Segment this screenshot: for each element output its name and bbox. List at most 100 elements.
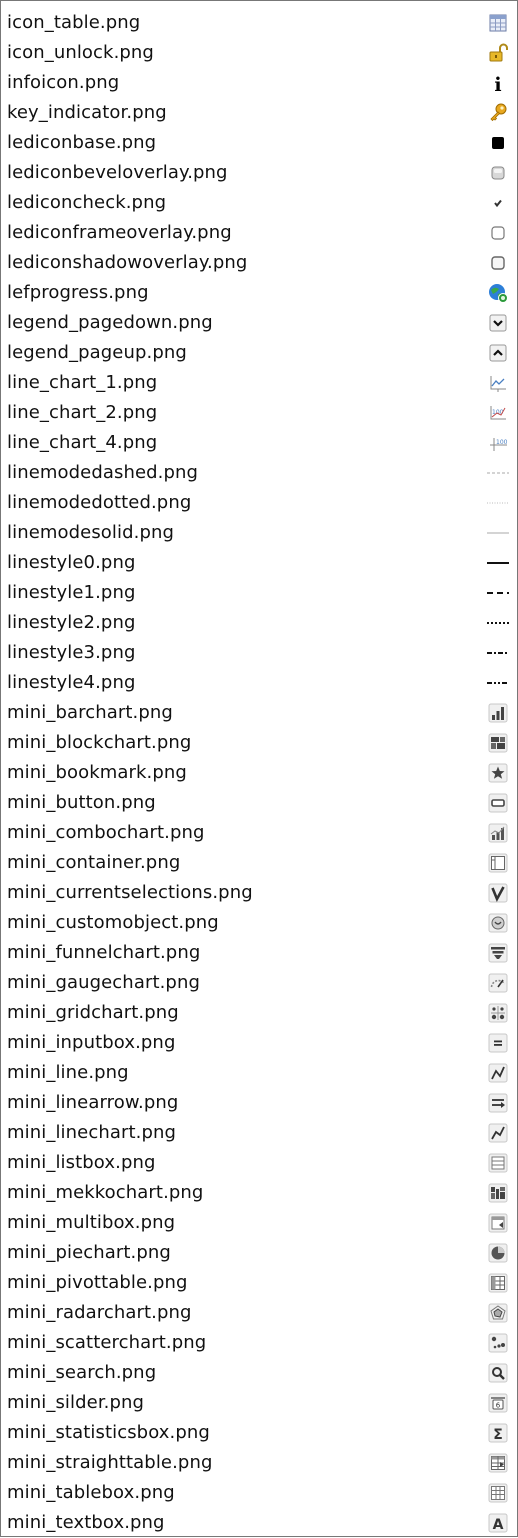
file-list-item[interactable]: mini_funnelchart.png bbox=[1, 938, 517, 968]
line-chart-1-icon bbox=[487, 372, 509, 394]
file-list-item[interactable]: mini_scatterchart.png bbox=[1, 1328, 517, 1358]
file-list-item[interactable]: legend_pagedown.png bbox=[1, 308, 517, 338]
file-list-item[interactable]: lefprogress.png bbox=[1, 278, 517, 308]
file-list-item[interactable]: icon_table.png bbox=[1, 8, 517, 38]
file-list-item[interactable]: key_indicator.png bbox=[1, 98, 517, 128]
line-mode-dashed-icon bbox=[487, 462, 509, 484]
list-box-icon bbox=[487, 1152, 509, 1174]
line-icon bbox=[487, 1062, 509, 1084]
file-name-label: line_chart_2.png bbox=[7, 402, 158, 423]
svg-text:100: 100 bbox=[496, 439, 508, 446]
file-list-item[interactable]: linemodedashed.png bbox=[1, 458, 517, 488]
led-base-icon bbox=[487, 132, 509, 154]
file-list-item[interactable]: lediconbase.png bbox=[1, 128, 517, 158]
file-list-item[interactable]: mini_listbox.png bbox=[1, 1148, 517, 1178]
led-shadow-overlay-icon bbox=[487, 252, 509, 274]
file-name-label: mini_customobject.png bbox=[7, 912, 219, 933]
file-list-item[interactable]: linestyle0.png bbox=[1, 548, 517, 578]
radar-chart-icon bbox=[487, 1302, 509, 1324]
file-name-label: mini_blockchart.png bbox=[7, 732, 192, 753]
file-name-label: icon_table.png bbox=[7, 12, 141, 33]
file-list-item[interactable]: linestyle3.png bbox=[1, 638, 517, 668]
file-list-item[interactable]: line_chart_1.png bbox=[1, 368, 517, 398]
file-list-item[interactable]: mini_straighttable.png bbox=[1, 1448, 517, 1478]
file-list-item[interactable]: mini_customobject.png bbox=[1, 908, 517, 938]
file-list-item[interactable]: mini_statisticsbox.png Σ bbox=[1, 1418, 517, 1448]
file-list-item[interactable]: lediconcheck.png bbox=[1, 188, 517, 218]
block-chart-icon bbox=[487, 732, 509, 754]
file-name-label: mini_container.png bbox=[7, 852, 181, 873]
file-list-item[interactable]: mini_combochart.png bbox=[1, 818, 517, 848]
file-name-label: lediconbase.png bbox=[7, 132, 157, 153]
sigma-statistics-icon: Σ bbox=[487, 1422, 509, 1444]
file-name-label: mini_button.png bbox=[7, 792, 156, 813]
file-list-item[interactable]: linemodedotted.png bbox=[1, 488, 517, 518]
file-list-item[interactable]: mini_silder.png 6 bbox=[1, 1388, 517, 1418]
table-icon bbox=[487, 12, 509, 34]
file-list-item[interactable]: lediconframeoverlay.png bbox=[1, 218, 517, 248]
file-list-item[interactable]: mini_linearrow.png bbox=[1, 1088, 517, 1118]
file-list-item[interactable]: mini_tablebox.png bbox=[1, 1478, 517, 1508]
file-list-item[interactable]: mini_search.png bbox=[1, 1358, 517, 1388]
file-name-label: mini_straighttable.png bbox=[7, 1452, 213, 1473]
line-mode-dotted-icon bbox=[487, 492, 509, 514]
file-list-item[interactable]: line_chart_4.png 100 bbox=[1, 428, 517, 458]
file-list-item[interactable]: lediconbeveloverlay.png bbox=[1, 158, 517, 188]
file-list-item[interactable]: line_chart_2.png 100 bbox=[1, 398, 517, 428]
file-list-item[interactable]: mini_multibox.png bbox=[1, 1208, 517, 1238]
file-list-item[interactable]: linestyle4.png bbox=[1, 668, 517, 698]
file-name-label: mini_mekkochart.png bbox=[7, 1182, 204, 1203]
file-list-item[interactable]: infoicon.png i bbox=[1, 68, 517, 98]
file-list-item[interactable]: linemodesolid.png bbox=[1, 518, 517, 548]
file-list-item[interactable]: mini_piechart.png bbox=[1, 1238, 517, 1268]
file-list-item[interactable]: mini_currentselections.png bbox=[1, 878, 517, 908]
file-list-item[interactable]: mini_barchart.png bbox=[1, 698, 517, 728]
file-list-item[interactable]: mini_gaugechart.png bbox=[1, 968, 517, 998]
multi-box-icon bbox=[487, 1212, 509, 1234]
file-list: icon_table.png icon_unlock.png infoicon.pn… bbox=[1, 8, 517, 1536]
file-name-label: mini_line.png bbox=[7, 1062, 129, 1083]
file-list-item[interactable]: linestyle2.png bbox=[1, 608, 517, 638]
file-list-item[interactable]: mini_mekkochart.png bbox=[1, 1178, 517, 1208]
file-name-label: linestyle0.png bbox=[7, 552, 136, 573]
mekko-chart-icon bbox=[487, 1182, 509, 1204]
line-style-3-icon bbox=[487, 642, 509, 664]
file-list-item[interactable]: icon_unlock.png bbox=[1, 38, 517, 68]
file-name-label: mini_textbox.png bbox=[7, 1512, 165, 1533]
file-list-item[interactable]: mini_button.png bbox=[1, 788, 517, 818]
file-name-label: mini_radarchart.png bbox=[7, 1302, 192, 1323]
svg-text:6: 6 bbox=[496, 1402, 501, 1410]
grid-chart-icon bbox=[487, 1002, 509, 1024]
file-name-label: line_chart_4.png bbox=[7, 432, 158, 453]
file-list-item[interactable]: mini_pivottable.png bbox=[1, 1268, 517, 1298]
file-name-label: mini_linearrow.png bbox=[7, 1092, 179, 1113]
file-list-item[interactable]: mini_blockchart.png bbox=[1, 728, 517, 758]
pie-chart-icon bbox=[487, 1242, 509, 1264]
line-style-4-icon bbox=[487, 672, 509, 694]
file-list-item[interactable]: mini_container.png bbox=[1, 848, 517, 878]
file-list-item[interactable]: mini_linechart.png bbox=[1, 1118, 517, 1148]
led-check-icon bbox=[487, 192, 509, 214]
file-list-item[interactable]: mini_line.png bbox=[1, 1058, 517, 1088]
line-style-0-icon bbox=[487, 552, 509, 574]
file-name-label: lediconbeveloverlay.png bbox=[7, 162, 228, 183]
file-name-label: mini_funnelchart.png bbox=[7, 942, 201, 963]
combo-chart-icon bbox=[487, 822, 509, 844]
file-name-label: lediconframeoverlay.png bbox=[7, 222, 232, 243]
file-list-item[interactable]: mini_inputbox.png bbox=[1, 1028, 517, 1058]
button-icon bbox=[487, 792, 509, 814]
file-list-item[interactable]: lediconshadowoverlay.png bbox=[1, 248, 517, 278]
line-chart-4-icon: 100 bbox=[487, 432, 509, 454]
file-name-label: lediconshadowoverlay.png bbox=[7, 252, 248, 273]
line-style-2-icon bbox=[487, 612, 509, 634]
file-list-item[interactable]: mini_bookmark.png bbox=[1, 758, 517, 788]
current-selections-icon bbox=[487, 882, 509, 904]
file-list-item[interactable]: mini_textbox.png A bbox=[1, 1508, 517, 1538]
file-list-item[interactable]: legend_pageup.png bbox=[1, 338, 517, 368]
file-list-item[interactable]: linestyle1.png bbox=[1, 578, 517, 608]
file-list-item[interactable]: mini_radarchart.png bbox=[1, 1298, 517, 1328]
file-name-label: mini_barchart.png bbox=[7, 702, 173, 723]
file-list-item[interactable]: mini_gridchart.png bbox=[1, 998, 517, 1028]
svg-text:Σ: Σ bbox=[493, 1427, 503, 1443]
file-name-label: linestyle3.png bbox=[7, 642, 136, 663]
